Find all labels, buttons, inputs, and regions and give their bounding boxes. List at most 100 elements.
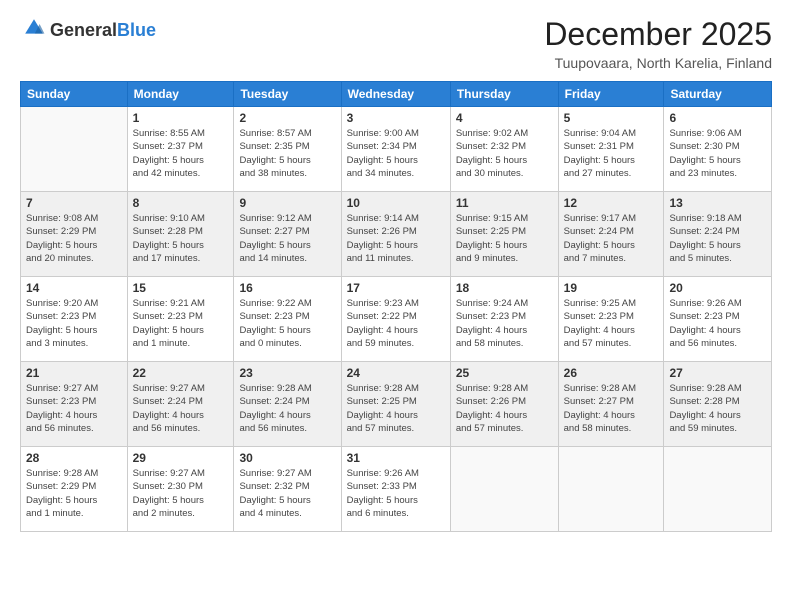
day-cell: 13 Sunrise: 9:18 AMSunset: 2:24 PMDayligh… (664, 192, 772, 277)
page: GeneralBlue December 2025 Tuupovaara, No… (0, 0, 792, 612)
day-number: 14 (26, 281, 122, 295)
day-info: Sunrise: 9:12 AMSunset: 2:27 PMDaylight:… (239, 212, 335, 265)
day-cell: 20 Sunrise: 9:26 AMSunset: 2:23 PMDayligh… (664, 277, 772, 362)
day-number: 5 (564, 111, 659, 125)
day-info: Sunrise: 9:02 AMSunset: 2:32 PMDaylight:… (456, 127, 553, 180)
day-cell: 7Sunrise: 9:08 AMSunset: 2:29 PMDaylight… (21, 192, 128, 277)
day-info: Sunrise: 8:57 AMSunset: 2:35 PMDaylight:… (239, 127, 335, 180)
logo: GeneralBlue (20, 16, 156, 45)
day-cell: 22 Sunrise: 9:27 AMSunset: 2:24 PMDayligh… (127, 362, 234, 447)
day-cell: 8Sunrise: 9:10 AMSunset: 2:28 PMDaylight… (127, 192, 234, 277)
day-number: 18 (456, 281, 553, 295)
day-info: Sunrise: 9:25 AMSunset: 2:23 PMDaylight:… (564, 297, 659, 350)
calendar: Sunday Monday Tuesday Wednesday Thursday… (20, 81, 772, 532)
header-sunday: Sunday (21, 82, 128, 107)
day-cell (450, 447, 558, 532)
day-info: Sunrise: 9:28 AMSunset: 2:26 PMDaylight:… (456, 382, 553, 435)
day-number: 15 (133, 281, 229, 295)
header-monday: Monday (127, 82, 234, 107)
day-number: 24 (347, 366, 445, 380)
day-info: Sunrise: 8:55 AMSunset: 2:37 PMDaylight:… (133, 127, 229, 180)
day-number: 30 (239, 451, 335, 465)
day-number: 27 (669, 366, 766, 380)
day-number: 2 (239, 111, 335, 125)
day-info: Sunrise: 9:26 AMSunset: 2:33 PMDaylight:… (347, 467, 445, 520)
day-cell: 25 Sunrise: 9:28 AMSunset: 2:26 PMDayligh… (450, 362, 558, 447)
day-info: Sunrise: 9:28 AMSunset: 2:29 PMDaylight:… (26, 467, 122, 520)
header: GeneralBlue December 2025 Tuupovaara, No… (20, 16, 772, 71)
day-info: Sunrise: 9:27 AMSunset: 2:23 PMDaylight:… (26, 382, 122, 435)
day-info: Sunrise: 9:17 AMSunset: 2:24 PMDaylight:… (564, 212, 659, 265)
day-cell: 18 Sunrise: 9:24 AMSunset: 2:23 PMDayligh… (450, 277, 558, 362)
day-number: 4 (456, 111, 553, 125)
day-cell: 2 Sunrise: 8:57 AMSunset: 2:35 PMDaylight… (234, 107, 341, 192)
day-number: 17 (347, 281, 445, 295)
logo-icon (22, 16, 46, 40)
day-cell: 10Sunrise: 9:14 AMSunset: 2:26 PMDayligh… (341, 192, 450, 277)
day-cell: 24 Sunrise: 9:28 AMSunset: 2:25 PMDayligh… (341, 362, 450, 447)
day-number: 26 (564, 366, 659, 380)
logo-blue-text: Blue (117, 20, 156, 40)
day-info: Sunrise: 9:27 AMSunset: 2:24 PMDaylight:… (133, 382, 229, 435)
day-cell: 31Sunrise: 9:26 AMSunset: 2:33 PMDayligh… (341, 447, 450, 532)
day-cell: 23 Sunrise: 9:28 AMSunset: 2:24 PMDayligh… (234, 362, 341, 447)
day-info: Sunrise: 9:28 AMSunset: 2:28 PMDaylight:… (669, 382, 766, 435)
header-friday: Friday (558, 82, 664, 107)
day-cell (21, 107, 128, 192)
day-cell: 12 Sunrise: 9:17 AMSunset: 2:24 PMDayligh… (558, 192, 664, 277)
day-number: 20 (669, 281, 766, 295)
week-row-3: 14 Sunrise: 9:20 AMSunset: 2:23 PMDayligh… (21, 277, 772, 362)
day-number: 11 (456, 196, 553, 210)
title-block: December 2025 Tuupovaara, North Karelia,… (544, 16, 772, 71)
day-info: Sunrise: 9:24 AMSunset: 2:23 PMDaylight:… (456, 297, 553, 350)
day-cell: 17 Sunrise: 9:23 AMSunset: 2:22 PMDayligh… (341, 277, 450, 362)
day-number: 23 (239, 366, 335, 380)
day-info: Sunrise: 9:08 AMSunset: 2:29 PMDaylight:… (26, 212, 122, 265)
header-saturday: Saturday (664, 82, 772, 107)
day-info: Sunrise: 9:06 AMSunset: 2:30 PMDaylight:… (669, 127, 766, 180)
day-info: Sunrise: 9:26 AMSunset: 2:23 PMDaylight:… (669, 297, 766, 350)
day-info: Sunrise: 9:28 AMSunset: 2:24 PMDaylight:… (239, 382, 335, 435)
week-row-1: 1Sunrise: 8:55 AMSunset: 2:37 PMDaylight… (21, 107, 772, 192)
day-info: Sunrise: 9:27 AMSunset: 2:32 PMDaylight:… (239, 467, 335, 520)
location: Tuupovaara, North Karelia, Finland (544, 55, 772, 71)
day-cell: 28 Sunrise: 9:28 AMSunset: 2:29 PMDayligh… (21, 447, 128, 532)
week-row-4: 21Sunrise: 9:27 AMSunset: 2:23 PMDayligh… (21, 362, 772, 447)
day-cell: 19 Sunrise: 9:25 AMSunset: 2:23 PMDayligh… (558, 277, 664, 362)
day-cell (664, 447, 772, 532)
day-cell: 14 Sunrise: 9:20 AMSunset: 2:23 PMDayligh… (21, 277, 128, 362)
day-number: 19 (564, 281, 659, 295)
month-title: December 2025 (544, 16, 772, 53)
day-info: Sunrise: 9:18 AMSunset: 2:24 PMDaylight:… (669, 212, 766, 265)
week-row-5: 28 Sunrise: 9:28 AMSunset: 2:29 PMDayligh… (21, 447, 772, 532)
day-info: Sunrise: 9:28 AMSunset: 2:25 PMDaylight:… (347, 382, 445, 435)
day-cell: 16 Sunrise: 9:22 AMSunset: 2:23 PMDayligh… (234, 277, 341, 362)
logo-general-text: General (50, 20, 117, 40)
day-number: 3 (347, 111, 445, 125)
day-cell: 1Sunrise: 8:55 AMSunset: 2:37 PMDaylight… (127, 107, 234, 192)
day-cell: 4 Sunrise: 9:02 AMSunset: 2:32 PMDaylight… (450, 107, 558, 192)
day-info: Sunrise: 9:21 AMSunset: 2:23 PMDaylight:… (133, 297, 229, 350)
day-number: 8 (133, 196, 229, 210)
day-info: Sunrise: 9:20 AMSunset: 2:23 PMDaylight:… (26, 297, 122, 350)
day-info: Sunrise: 9:27 AMSunset: 2:30 PMDaylight:… (133, 467, 229, 520)
day-cell: 21Sunrise: 9:27 AMSunset: 2:23 PMDayligh… (21, 362, 128, 447)
day-number: 16 (239, 281, 335, 295)
weekday-header-row: Sunday Monday Tuesday Wednesday Thursday… (21, 82, 772, 107)
day-info: Sunrise: 9:00 AMSunset: 2:34 PMDaylight:… (347, 127, 445, 180)
day-number: 12 (564, 196, 659, 210)
day-cell: 11Sunrise: 9:15 AMSunset: 2:25 PMDayligh… (450, 192, 558, 277)
day-info: Sunrise: 9:28 AMSunset: 2:27 PMDaylight:… (564, 382, 659, 435)
day-cell: 26 Sunrise: 9:28 AMSunset: 2:27 PMDayligh… (558, 362, 664, 447)
day-number: 28 (26, 451, 122, 465)
day-cell: 29Sunrise: 9:27 AMSunset: 2:30 PMDayligh… (127, 447, 234, 532)
day-number: 25 (456, 366, 553, 380)
day-number: 13 (669, 196, 766, 210)
day-info: Sunrise: 9:22 AMSunset: 2:23 PMDaylight:… (239, 297, 335, 350)
day-number: 22 (133, 366, 229, 380)
week-row-2: 7Sunrise: 9:08 AMSunset: 2:29 PMDaylight… (21, 192, 772, 277)
day-cell: 15 Sunrise: 9:21 AMSunset: 2:23 PMDayligh… (127, 277, 234, 362)
day-info: Sunrise: 9:23 AMSunset: 2:22 PMDaylight:… (347, 297, 445, 350)
header-wednesday: Wednesday (341, 82, 450, 107)
day-cell: 5Sunrise: 9:04 AMSunset: 2:31 PMDaylight… (558, 107, 664, 192)
